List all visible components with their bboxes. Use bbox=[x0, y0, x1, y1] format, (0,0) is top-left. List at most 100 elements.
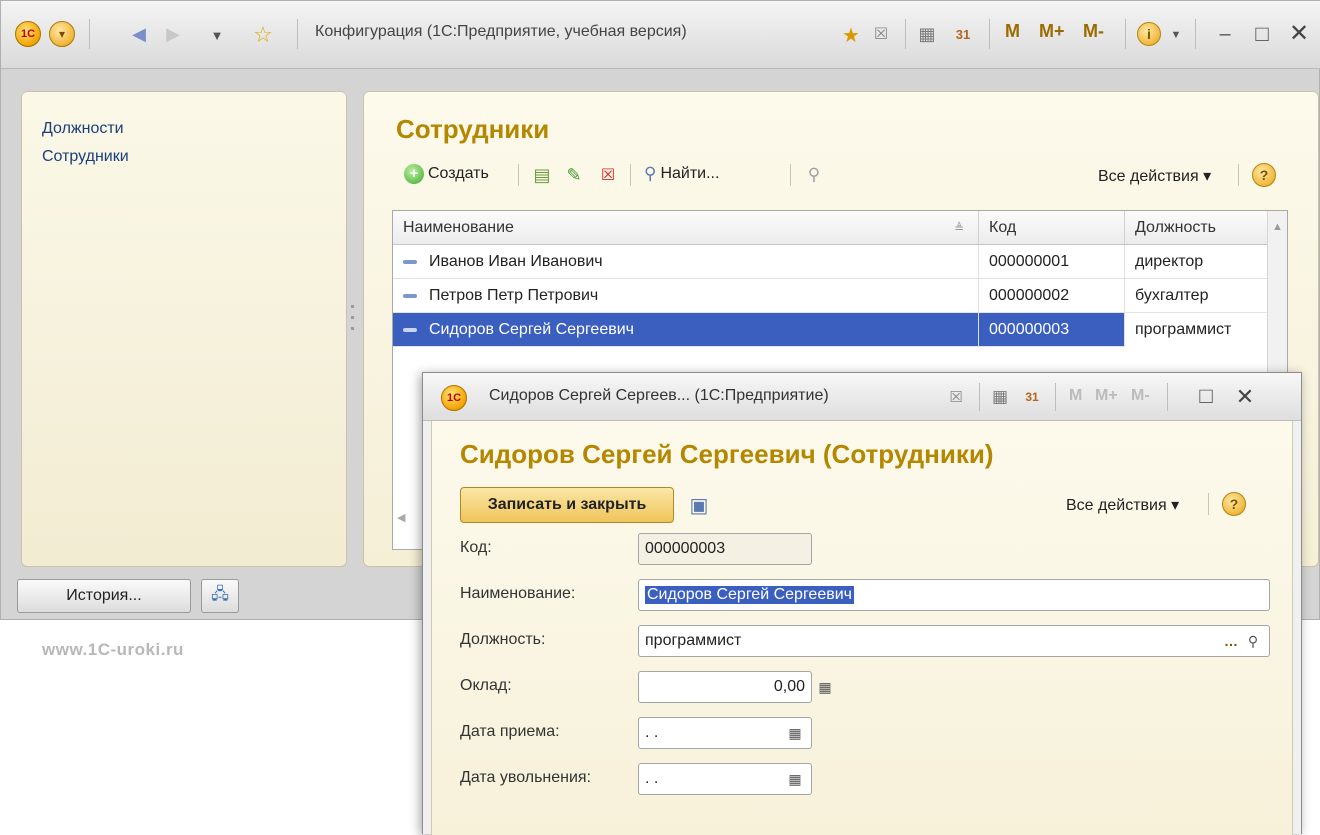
separator bbox=[905, 19, 906, 49]
calendar-icon[interactable]: 31 bbox=[1021, 385, 1043, 409]
open-magnifier-icon[interactable]: ⚲ bbox=[1242, 630, 1264, 652]
column-header-name-label: Наименование bbox=[403, 218, 514, 236]
row-position: бухгалтер bbox=[1125, 279, 1269, 313]
table-row-selected[interactable]: Сидоров Сергей Сергеевич 000000003 прогр… bbox=[393, 313, 1269, 347]
scroll-left-icon[interactable]: ◀ bbox=[397, 511, 405, 524]
memory-m-button[interactable]: M bbox=[1005, 21, 1020, 42]
row-name: Иванов Иван Иванович bbox=[429, 253, 603, 270]
info-icon[interactable]: i bbox=[1137, 22, 1161, 46]
save-disk-icon[interactable]: ▣ bbox=[686, 491, 712, 519]
sort-indicator-icon: ≜ bbox=[953, 220, 964, 235]
dismissal-date-label: Дата увольнения: bbox=[460, 769, 592, 786]
window-title: Конфигурация (1С:Предприятие, учебная ве… bbox=[315, 23, 687, 40]
create-label: Создать bbox=[428, 165, 489, 182]
salary-label: Оклад: bbox=[460, 677, 512, 694]
hire-date-field-value: . . bbox=[645, 724, 659, 741]
main-titlebar: 1С ▾ ◀ ▶ ▼ ☆ Конфигурация (1С:Предприяти… bbox=[1, 1, 1320, 69]
all-actions-menu[interactable]: Все действия ▾ bbox=[1098, 166, 1211, 186]
separator bbox=[518, 164, 519, 186]
find-button[interactable]: ⚲ Найти... bbox=[644, 164, 719, 184]
splitter-handle[interactable] bbox=[351, 301, 357, 351]
delete-mark-icon[interactable]: ☒ bbox=[596, 162, 620, 188]
table-row[interactable]: Иванов Иван Иванович 000000001 директор bbox=[393, 245, 1269, 279]
row-position: программист bbox=[1125, 313, 1269, 347]
close-icon[interactable]: ✕ bbox=[1285, 19, 1313, 47]
maximize-icon[interactable]: □ bbox=[1249, 21, 1275, 47]
element-icon bbox=[403, 328, 417, 332]
1c-logo-icon[interactable]: 1С bbox=[15, 21, 41, 47]
select-ellipsis-icon[interactable]: … bbox=[1220, 630, 1242, 652]
memory-plus-button[interactable]: M+ bbox=[1095, 387, 1118, 405]
favorites-star-icon[interactable]: ☆ bbox=[249, 21, 277, 49]
name-label: Наименование: bbox=[460, 585, 576, 602]
name-field-value: Сидоров Сергей Сергеевич bbox=[645, 586, 854, 604]
magnifier-icon: ⚲ bbox=[644, 164, 657, 183]
memory-plus-button[interactable]: M+ bbox=[1039, 21, 1065, 42]
all-actions-menu[interactable]: Все действия ▾ bbox=[1066, 495, 1179, 515]
separator bbox=[979, 383, 980, 411]
history-dropdown-icon[interactable]: ▼ bbox=[207, 23, 227, 47]
create-button[interactable]: + Создать bbox=[404, 164, 489, 184]
position-field[interactable]: программист bbox=[638, 625, 1270, 657]
position-label: Должность: bbox=[460, 631, 546, 648]
scroll-up-icon[interactable]: ▲ bbox=[1268, 221, 1287, 233]
memory-m-button[interactable]: M bbox=[1069, 387, 1082, 405]
separator bbox=[297, 19, 298, 49]
table-row[interactable]: Петров Петр Петрович 000000002 бухгалтер bbox=[393, 279, 1269, 313]
separator bbox=[1195, 19, 1196, 49]
nav-link-employees[interactable]: Сотрудники bbox=[42, 148, 129, 166]
row-name: Петров Петр Петрович bbox=[429, 287, 599, 304]
calendar-picker-icon[interactable]: ▦ bbox=[784, 768, 806, 790]
column-header-code[interactable]: Код bbox=[979, 211, 1125, 245]
calculator-icon[interactable]: ▦ bbox=[915, 21, 939, 47]
separator bbox=[989, 19, 990, 49]
maximize-icon[interactable]: □ bbox=[1193, 383, 1219, 409]
dismissal-date-field-value: . . bbox=[645, 770, 659, 787]
minimize-icon[interactable]: – bbox=[1213, 21, 1237, 47]
info-dropdown-icon[interactable]: ▼ bbox=[1167, 25, 1185, 45]
close-icon[interactable]: ✕ bbox=[1231, 383, 1259, 411]
main-menu-icon[interactable]: ▾ bbox=[49, 21, 75, 47]
list-title: Сотрудники bbox=[396, 114, 550, 144]
name-field[interactable]: Сидоров Сергей Сергеевич bbox=[638, 579, 1270, 611]
salary-field-value: 0,00 bbox=[773, 678, 805, 695]
row-name: Сидоров Сергей Сергеевич bbox=[429, 321, 634, 338]
history-button[interactable]: История... bbox=[17, 579, 191, 613]
cancel-search-icon[interactable]: ⚲ bbox=[802, 162, 826, 188]
salary-field[interactable]: 0,00 bbox=[638, 671, 812, 703]
add-green-icon: + bbox=[404, 164, 424, 184]
nav-link-positions[interactable]: Должности bbox=[42, 120, 124, 138]
bookmark-icon[interactable]: ☒ bbox=[945, 385, 967, 409]
memory-minus-button[interactable]: M- bbox=[1131, 387, 1150, 405]
help-icon[interactable]: ? bbox=[1252, 163, 1276, 187]
row-code: 000000002 bbox=[979, 279, 1125, 313]
network-button[interactable]: 🖧 bbox=[201, 579, 239, 613]
code-label: Код: bbox=[460, 539, 492, 556]
column-header-position[interactable]: Должность bbox=[1125, 211, 1269, 245]
separator bbox=[790, 164, 791, 186]
calendar-picker-icon[interactable]: ▦ bbox=[784, 722, 806, 744]
favorites-add-icon[interactable]: ★ bbox=[837, 21, 865, 49]
calculator-icon[interactable]: ▦ bbox=[814, 676, 836, 698]
column-header-name[interactable]: Наименование ≜ bbox=[393, 211, 979, 245]
separator bbox=[1125, 19, 1126, 49]
back-arrow-icon[interactable]: ◀ bbox=[127, 21, 151, 47]
dialog-titlebar: 1С Сидоров Сергей Сергеев... (1С:Предпри… bbox=[423, 373, 1301, 421]
forward-arrow-icon[interactable]: ▶ bbox=[161, 21, 185, 47]
save-and-close-button[interactable]: Записать и закрыть bbox=[460, 487, 674, 523]
1c-logo-icon[interactable]: 1С bbox=[441, 385, 467, 411]
edit-pencil-icon[interactable]: ✎ bbox=[562, 162, 586, 188]
dialog-heading: Сидоров Сергей Сергеевич (Сотрудники) bbox=[460, 439, 994, 469]
dialog-title: Сидоров Сергей Сергеев... (1С:Предприяти… bbox=[489, 387, 829, 404]
find-label: Найти... bbox=[660, 165, 720, 182]
calculator-icon[interactable]: ▦ bbox=[989, 385, 1011, 409]
sections-panel: Должности Сотрудники bbox=[21, 91, 347, 567]
memory-minus-button[interactable]: M- bbox=[1083, 21, 1104, 42]
bookmark-icon[interactable]: ☒ bbox=[869, 21, 893, 47]
copy-item-icon[interactable]: ▤ bbox=[530, 162, 554, 188]
help-icon[interactable]: ? bbox=[1222, 492, 1246, 516]
row-code: 000000003 bbox=[979, 313, 1125, 347]
code-field[interactable]: 000000003 bbox=[638, 533, 812, 565]
calendar-icon[interactable]: 31 bbox=[951, 21, 975, 47]
separator bbox=[1055, 383, 1056, 411]
